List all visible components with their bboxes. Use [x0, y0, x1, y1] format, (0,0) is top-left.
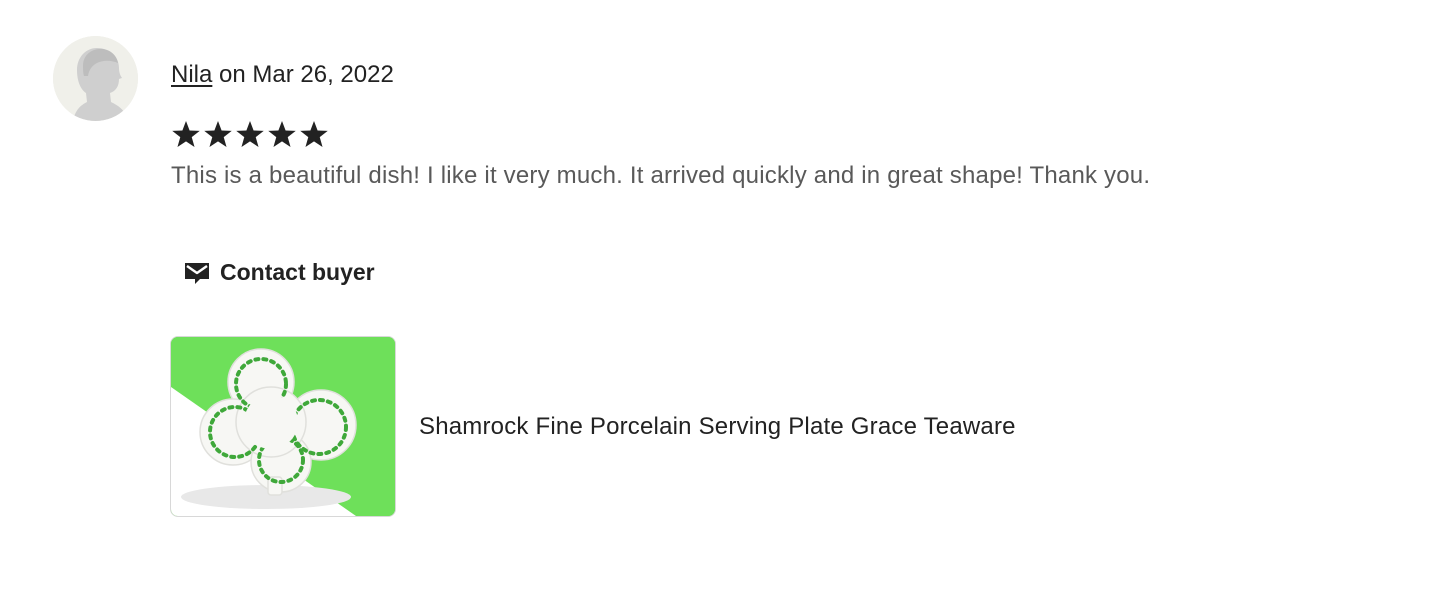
star-filled-icon: [300, 121, 328, 147]
shamrock-plate-image: [171, 337, 395, 516]
review-text: This is a beautiful dish! I like it very…: [171, 162, 1151, 189]
listing-link[interactable]: Shamrock Fine Porcelain Serving Plate Gr…: [170, 336, 1016, 517]
star-filled-icon: [172, 121, 200, 147]
reviewer-name-link[interactable]: Nila: [171, 61, 212, 88]
user-silhouette-icon: [53, 36, 138, 121]
star-filled-icon: [236, 121, 264, 147]
review-date: on Mar 26, 2022: [219, 61, 394, 88]
reviewer-avatar[interactable]: [53, 36, 138, 121]
contact-buyer-button[interactable]: Contact buyer: [172, 250, 385, 294]
listing-thumbnail[interactable]: [170, 336, 396, 517]
star-filled-icon: [204, 121, 232, 147]
listing-title: Shamrock Fine Porcelain Serving Plate Gr…: [419, 412, 1016, 440]
contact-buyer-label: Contact buyer: [220, 258, 375, 285]
star-rating: [170, 119, 330, 151]
mail-icon: [185, 263, 209, 284]
review-meta: Nila on Mar 26, 2022: [171, 59, 394, 91]
star-filled-icon: [268, 121, 296, 147]
